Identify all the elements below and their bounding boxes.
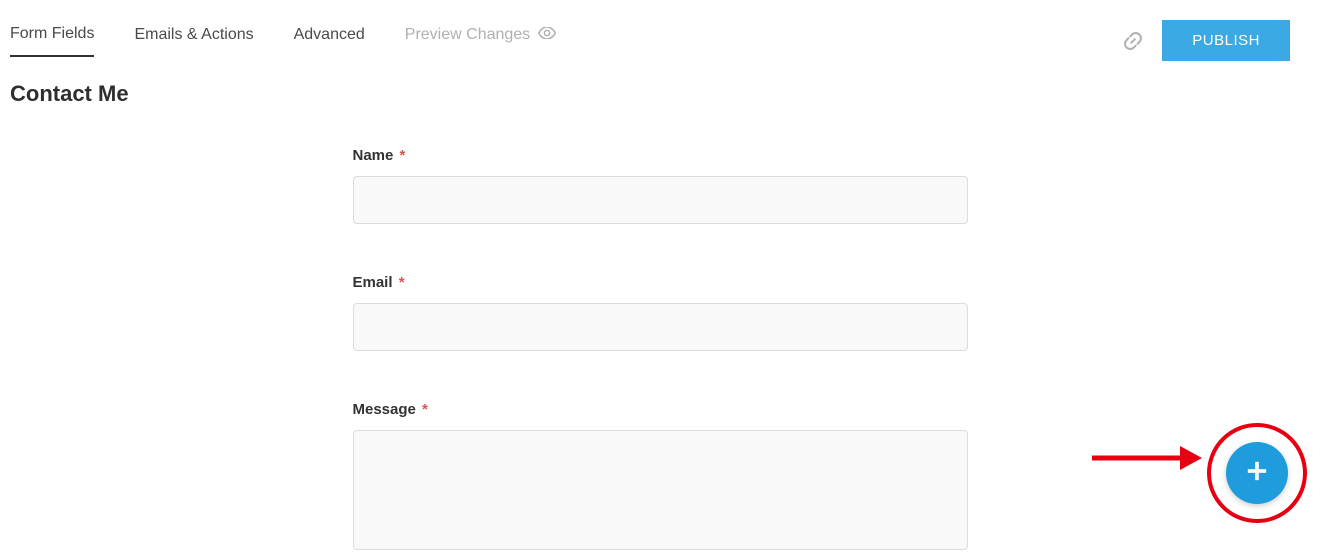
header-actions: PUBLISH xyxy=(1122,20,1290,61)
tab-label: Form Fields xyxy=(10,25,94,43)
required-mark: * xyxy=(422,401,428,418)
tab-advanced[interactable]: Advanced xyxy=(294,26,365,56)
required-mark: * xyxy=(399,274,405,291)
header-bar: Form Fields Emails & Actions Advanced Pr… xyxy=(0,0,1320,61)
tab-label: Advanced xyxy=(294,26,365,44)
tab-label: Emails & Actions xyxy=(134,26,253,44)
message-input[interactable] xyxy=(353,430,968,550)
label-text: Name xyxy=(353,147,394,164)
field-label: Name * xyxy=(353,147,406,164)
tab-preview-changes[interactable]: Preview Changes xyxy=(405,26,556,56)
field-label: Message * xyxy=(353,401,428,418)
email-input[interactable] xyxy=(353,303,968,351)
field-email[interactable]: Email * xyxy=(353,274,968,351)
annotation-arrow-icon xyxy=(1092,444,1202,477)
name-input[interactable] xyxy=(353,176,968,224)
field-message[interactable]: Message * xyxy=(353,401,968,555)
tab-emails-actions[interactable]: Emails & Actions xyxy=(134,26,253,56)
publish-label: PUBLISH xyxy=(1192,32,1260,49)
tab-form-fields[interactable]: Form Fields xyxy=(10,25,94,57)
add-field-button[interactable] xyxy=(1226,442,1288,504)
page-title: Contact Me xyxy=(0,61,1320,107)
plus-icon xyxy=(1246,460,1268,487)
form-builder-canvas: Name * Email * Message * xyxy=(353,147,968,555)
link-icon[interactable] xyxy=(1122,30,1144,52)
publish-button[interactable]: PUBLISH xyxy=(1162,20,1290,61)
field-label: Email * xyxy=(353,274,405,291)
tab-label: Preview Changes xyxy=(405,26,530,44)
tabs: Form Fields Emails & Actions Advanced Pr… xyxy=(10,25,556,57)
required-mark: * xyxy=(400,147,406,164)
field-name[interactable]: Name * xyxy=(353,147,968,224)
label-text: Message xyxy=(353,401,416,418)
eye-icon xyxy=(538,26,556,44)
label-text: Email xyxy=(353,274,393,291)
